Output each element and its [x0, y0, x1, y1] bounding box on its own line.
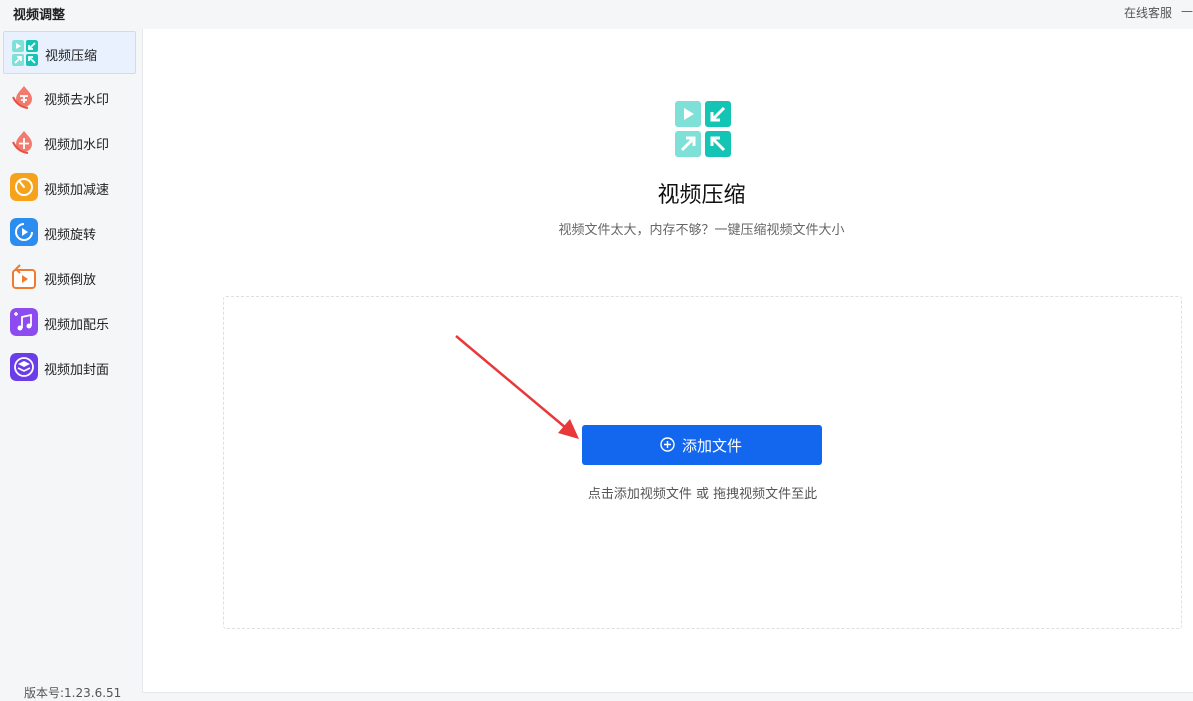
sidebar-item-reverse[interactable]: 视频倒放 — [3, 256, 136, 299]
sidebar-item-compress[interactable]: 视频压缩 — [3, 31, 136, 74]
speed-icon — [10, 173, 38, 201]
sidebar-item-music[interactable]: 视频加配乐 — [3, 301, 136, 344]
cover-icon — [10, 353, 38, 381]
compress-icon — [12, 40, 38, 66]
sidebar-item-label: 视频加减速 — [44, 183, 110, 198]
rotate-icon — [10, 218, 38, 246]
sidebar-item-label: 视频旋转 — [44, 228, 97, 243]
sidebar: 视频压缩 视频去水印 视频加水印 视频加减速 视频旋转 视频倒放 视频加配乐 视… — [0, 28, 142, 701]
page-subtitle: 视频文件太大，内存不够？一键压缩视频文件大小 — [558, 223, 845, 238]
reverse-icon — [12, 264, 36, 289]
sidebar-item-label: 视频倒放 — [44, 273, 97, 288]
sidebar-item-label: 视频去水印 — [44, 93, 110, 108]
watermark-add-icon — [12, 131, 32, 154]
main-panel: 视频压缩 视频文件太大，内存不够？一键压缩视频文件大小 添加文件 点击添加视频文… — [142, 29, 1193, 693]
add-file-button[interactable]: 添加文件 — [582, 425, 822, 465]
sidebar-item-cover[interactable]: 视频加封面 — [3, 346, 136, 389]
watermark-remove-icon — [12, 86, 32, 109]
sidebar-item-label: 视频加封面 — [44, 363, 110, 378]
sidebar-item-rotate[interactable]: 视频旋转 — [3, 211, 136, 254]
version-label: 版本号:1.23.6.51 — [24, 686, 122, 700]
file-dropzone[interactable]: 添加文件 点击添加视频文件 或 拖拽视频文件至此 — [223, 296, 1182, 629]
compress-hero-icon — [675, 101, 731, 157]
plus-circle-icon — [660, 437, 675, 452]
minimize-button[interactable]: — — [1181, 4, 1193, 18]
app-window: 视频调整 在线客服 — 视频压缩 视频去水印 视频加水印 视频加减速 视频旋转 … — [0, 0, 1193, 701]
titlebar: 视频调整 在线客服 — — [0, 0, 1193, 28]
sidebar-item-label: 视频加配乐 — [44, 318, 110, 333]
add-file-label: 添加文件 — [682, 438, 743, 455]
music-icon — [10, 308, 38, 336]
sidebar-item-label: 视频加水印 — [44, 138, 110, 153]
sidebar-item-label: 视频压缩 — [45, 49, 98, 64]
app-title: 视频调整 — [13, 8, 66, 23]
drop-hint: 点击添加视频文件 或 拖拽视频文件至此 — [587, 487, 818, 502]
sidebar-item-speed[interactable]: 视频加减速 — [3, 166, 136, 209]
sidebar-item-watermark-add[interactable]: 视频加水印 — [3, 121, 136, 164]
sidebar-item-watermark-remove[interactable]: 视频去水印 — [3, 76, 136, 119]
online-support-link[interactable]: 在线客服 — [1124, 4, 1172, 21]
page-title: 视频压缩 — [657, 183, 746, 208]
